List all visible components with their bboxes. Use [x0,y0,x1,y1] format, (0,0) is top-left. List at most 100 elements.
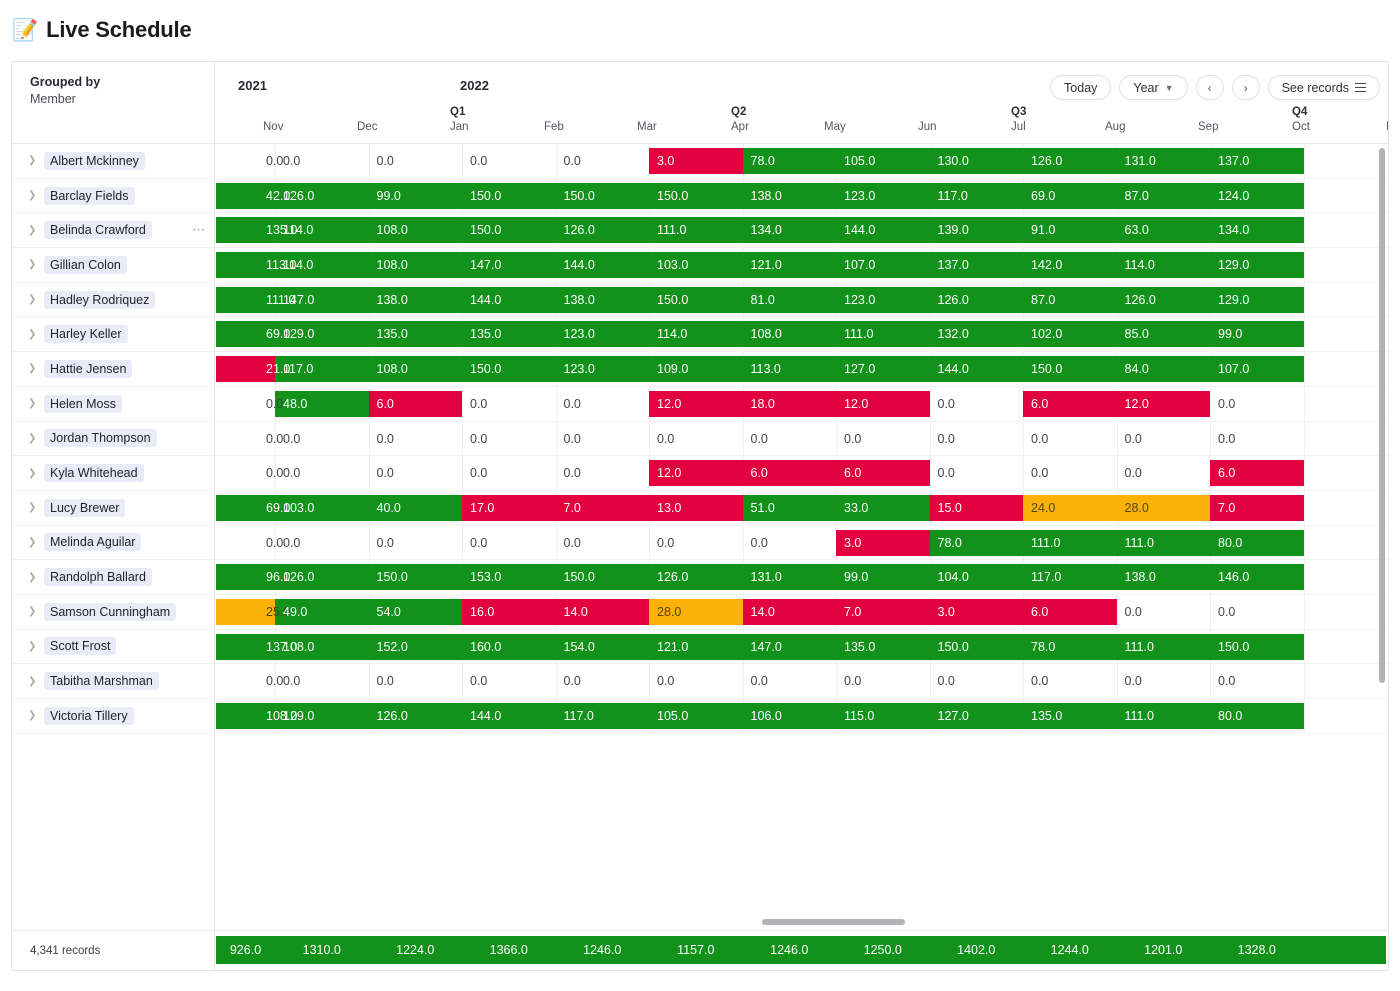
member-name[interactable]: Lucy Brewer [44,498,126,517]
chevron-right-icon[interactable]: ❯ [28,468,38,479]
member-row[interactable]: ❯ Tabitha Marshman [12,664,214,699]
member-row[interactable]: ❯ Melinda Aguilar [12,526,214,561]
chevron-right-icon[interactable]: ❯ [28,155,38,166]
cell-value: 102.0 [1031,327,1063,342]
member-row[interactable]: ❯ Samson Cunningham [12,595,214,630]
member-row[interactable]: ❯ Barclay Fields [12,179,214,214]
chevron-right-icon[interactable]: ❯ [28,502,38,513]
month-label: N [1386,121,1388,133]
member-name[interactable]: Gillian Colon [44,255,127,274]
chevron-right-icon[interactable]: ❯ [28,641,38,652]
member-name[interactable]: Harley Keller [44,325,128,344]
member-name[interactable]: Barclay Fields [44,186,135,205]
timeline-row[interactable]: 0.0 0.0 0.0 0.0 0.0 12.0 6.0 6.0 0.0 0.0 0.0 6.0 [216,456,1388,491]
chevron-right-icon[interactable]: ❯ [28,225,38,236]
member-row[interactable]: ❯ Albert Mckinney [12,144,214,179]
member-name[interactable]: Tabitha Marshman [44,672,159,691]
status-bar-green[interactable] [216,494,462,521]
member-row[interactable]: ❯ Jordan Thompson [12,422,214,457]
cell-value: 123.0 [563,362,595,377]
chevron-right-icon[interactable]: ❯ [28,537,38,548]
cell-value: 104.0 [937,570,969,585]
next-period-button[interactable]: › [1231,75,1260,100]
chevron-right-icon[interactable]: ❯ [28,363,38,374]
horizontal-scrollbar[interactable] [762,919,905,925]
row-options-icon[interactable]: ⋯ [192,222,206,238]
timeline-row[interactable]: 21.0 117.0 108.0 150.0 123.0 109.0 113.0 127.0 1… [216,352,1388,387]
timeline-lanes[interactable]: 0.0 0.0 0.0 0.0 0.0 3.0 78.0 105.0 130.0 126.0 131… [216,144,1388,930]
member-name[interactable]: Kyla Whitehead [44,464,144,483]
member-name[interactable]: Helen Moss [44,394,122,413]
today-button[interactable]: Today [1050,75,1112,100]
cell-value: 103.0 [283,500,315,515]
chevron-right-icon[interactable]: ❯ [28,433,38,444]
cell-value: 87.0 [1031,292,1056,307]
month-label: Jul [1011,121,1026,133]
chevron-right-icon[interactable]: ❯ [28,329,38,340]
previous-period-button[interactable]: ‹ [1195,75,1224,100]
member-name[interactable]: Samson Cunningham [44,602,177,621]
member-row[interactable]: ❯ Victoria Tillery [12,699,214,734]
timeline-row[interactable]: 42.0 126.0 99.0 150.0 150.0 150.0 138.0 123.0 11… [216,178,1388,214]
status-bar-red[interactable] [1023,390,1210,417]
timeline-row[interactable]: 69.0 103.0 40.0 17.0 7.0 13.0 51.0 33.0 15.0 24.0… [216,490,1388,526]
member-row[interactable]: ❯ Hattie Jensen [12,352,214,387]
timeline-row[interactable]: 0.0 0.0 0.0 0.0 0.0 0.0 0.0 0.0 0.0 0.0 0.0 0.0 [216,664,1388,699]
cell-value: 111.0 [1124,639,1154,654]
range-select[interactable]: Year ▼ [1119,75,1188,100]
timeline-row[interactable]: 135.0 114.0 108.0 150.0 126.0 111.0 134.0 144.0… [216,213,1388,249]
status-bar-red[interactable] [462,494,743,521]
timeline-row[interactable]: 96.0 126.0 150.0 153.0 150.0 126.0 131.0 99.0 10… [216,560,1388,595]
status-bar-red[interactable] [649,390,930,417]
member-name[interactable]: Melinda Aguilar [44,533,142,552]
cell-value: 137.0 [1218,154,1250,168]
status-bar-green[interactable] [275,356,1304,383]
member-name[interactable]: Scott Frost [44,637,117,656]
member-row[interactable]: ❯ Randolph Ballard [12,560,214,595]
timeline-row[interactable]: 25.0 49.0 54.0 16.0 14.0 28.0 14.0 7.0 3.0 6.0 0.0… [216,594,1388,630]
timeline-row[interactable]: 0.0 0.0 0.0 0.0 0.0 3.0 78.0 105.0 130.0 126.0 131… [216,144,1388,179]
member-name[interactable]: Victoria Tillery [44,706,134,725]
timeline-row[interactable]: 0.0 0.0 0.0 0.0 0.0 0.0 0.0 3.0 78.0 111.0 111.0 80… [216,525,1388,561]
member-name[interactable]: Randolph Ballard [44,568,152,587]
member-name[interactable]: Albert Mckinney [44,151,145,170]
chevron-right-icon[interactable]: ❯ [28,572,38,583]
timeline-row[interactable]: 0.0 0.0 0.0 0.0 0.0 0.0 0.0 0.0 0.0 0.0 0.0 0.0 [216,421,1388,457]
timeline-row[interactable]: 108.0 129.0 126.0 144.0 117.0 105.0 106.0 115.0… [216,699,1388,734]
chevron-right-icon[interactable]: ❯ [28,710,38,721]
timeline-row[interactable]: 113.0 114.0 108.0 147.0 144.0 103.0 121.0 107.0… [216,248,1388,283]
timeline-row[interactable]: 111.0 147.0 138.0 144.0 138.0 150.0 81.0 123.0 1… [216,282,1388,318]
member-row[interactable]: ❯ Belinda Crawford ⋯ [12,213,214,249]
member-row[interactable]: ❯ Harley Keller [12,317,214,353]
chevron-right-icon[interactable]: ❯ [28,606,38,617]
member-row[interactable]: ❯ Scott Frost [12,630,214,665]
chevron-right-icon[interactable]: ❯ [28,190,38,201]
timeline-row[interactable]: 137.0 108.0 152.0 160.0 154.0 121.0 147.0 135.0… [216,629,1388,665]
chevron-right-icon[interactable]: ❯ [28,398,38,409]
gridline [1303,456,1305,490]
chevron-right-icon[interactable]: ❯ [28,676,38,687]
status-bar-red[interactable] [742,598,1117,625]
gridline [929,664,931,698]
status-bar-red[interactable] [649,460,930,487]
member-name[interactable]: Hattie Jensen [44,359,133,378]
member-row[interactable]: ❯ Kyla Whitehead [12,456,214,491]
chevron-right-icon[interactable]: ❯ [28,259,38,270]
member-name[interactable]: Belinda Crawford [44,221,152,240]
vertical-scrollbar[interactable] [1379,148,1385,683]
chevron-right-icon[interactable]: ❯ [28,294,38,305]
cell-value: 91.0 [1031,223,1056,238]
timeline-row[interactable]: 69.0 129.0 135.0 135.0 123.0 114.0 108.0 111.0 1… [216,317,1388,353]
member-row[interactable]: ❯ Hadley Rodriquez [12,283,214,318]
cell-value: 144.0 [563,258,595,273]
timeline-row[interactable]: 0.0 48.0 6.0 0.0 0.0 12.0 18.0 12.0 0.0 6.0 12.0 0.… [216,386,1388,422]
member-name[interactable]: Jordan Thompson [44,429,157,448]
member-row[interactable]: ❯ Helen Moss [12,387,214,422]
member-name[interactable]: Hadley Rodriquez [44,290,156,309]
member-row[interactable]: ❯ Lucy Brewer [12,491,214,526]
member-column[interactable]: ❯ Albert Mckinney ❯ Barclay Fields ❯ Belinda … [12,144,215,930]
see-records-button[interactable]: See records [1267,75,1380,100]
status-bar-green[interactable] [929,529,1304,556]
notepad-icon: 📝 [12,18,39,42]
member-row[interactable]: ❯ Gillian Colon [12,248,214,283]
